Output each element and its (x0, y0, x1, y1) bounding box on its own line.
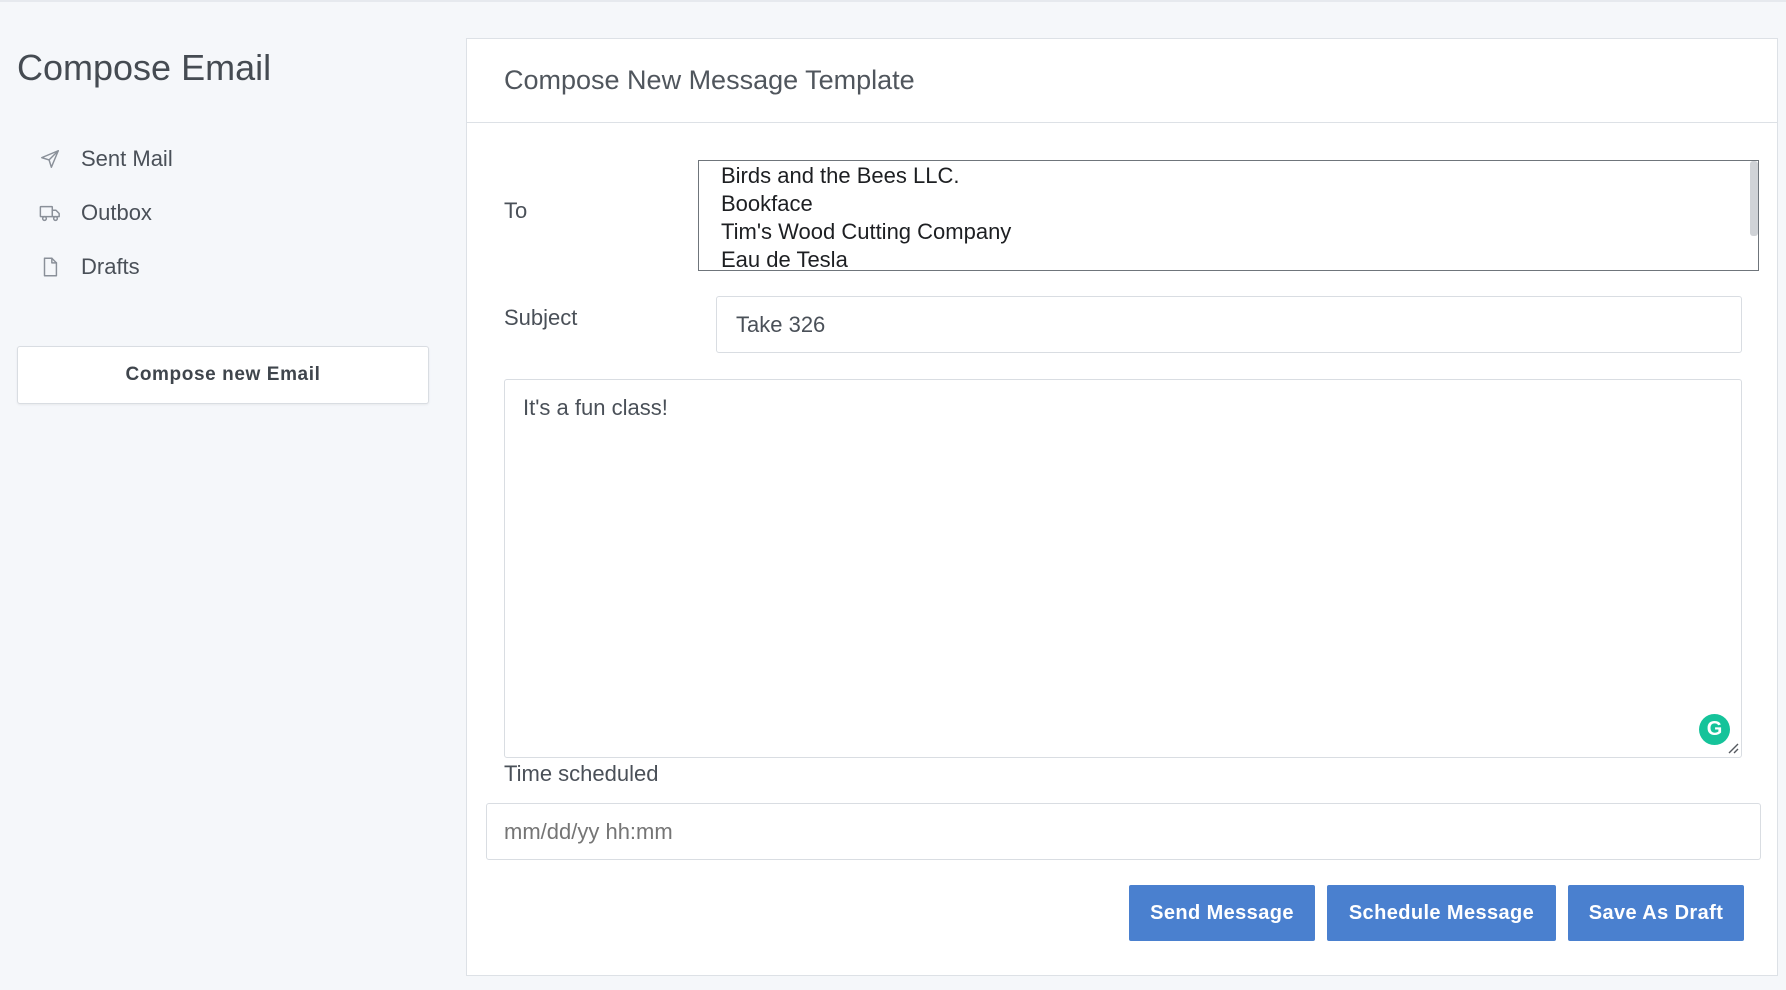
time-scheduled-label: Time scheduled (504, 761, 659, 786)
card-header: Compose New Message Template (467, 39, 1777, 123)
time-scheduled-input[interactable] (486, 803, 1761, 860)
file-icon (38, 255, 62, 279)
subject-label: Subject (504, 305, 578, 330)
schedule-message-button[interactable]: Schedule Message (1327, 885, 1556, 941)
recipient-option[interactable]: Eau de Tesla (699, 246, 1758, 270)
card-title: Compose New Message Template (504, 65, 915, 95)
message-body-textarea[interactable]: It's a fun class! (504, 379, 1742, 758)
compose-card: Compose New Message Template To Birds an… (466, 38, 1778, 976)
sidebar-item-label: Drafts (81, 254, 140, 279)
recipient-option[interactable]: Tim's Wood Cutting Company (699, 218, 1758, 246)
send-message-button[interactable]: Send Message (1129, 885, 1315, 941)
sidebar-item-label: Sent Mail (81, 146, 173, 171)
sidebar-item-drafts[interactable]: Drafts (38, 250, 418, 284)
subject-input[interactable] (716, 296, 1742, 353)
to-label: To (504, 198, 528, 223)
truck-icon (38, 201, 62, 225)
compose-new-email-button[interactable]: Compose new Email (17, 346, 429, 404)
sidebar-item-outbox[interactable]: Outbox (38, 196, 418, 230)
sidebar: Compose Email Sent Mail Outbox Drafts Co… (0, 0, 460, 990)
recipient-option[interactable]: Bookface (699, 190, 1758, 218)
recipient-option[interactable]: Birds and the Bees LLC. (699, 162, 1758, 190)
send-icon (38, 147, 62, 171)
save-as-draft-button[interactable]: Save As Draft (1568, 885, 1744, 941)
sidebar-item-sent-mail[interactable]: Sent Mail (38, 142, 418, 176)
sidebar-nav: Sent Mail Outbox Drafts (38, 142, 418, 304)
recipients-select[interactable]: Birds and the Bees LLC. Bookface Tim's W… (698, 160, 1759, 271)
sidebar-item-label: Outbox (81, 200, 152, 225)
app-title: Compose Email (17, 47, 272, 88)
recipients-scrollbar[interactable] (1750, 161, 1758, 236)
recipients-options: Birds and the Bees LLC. Bookface Tim's W… (699, 161, 1758, 270)
resize-grip-icon[interactable] (1725, 740, 1739, 754)
